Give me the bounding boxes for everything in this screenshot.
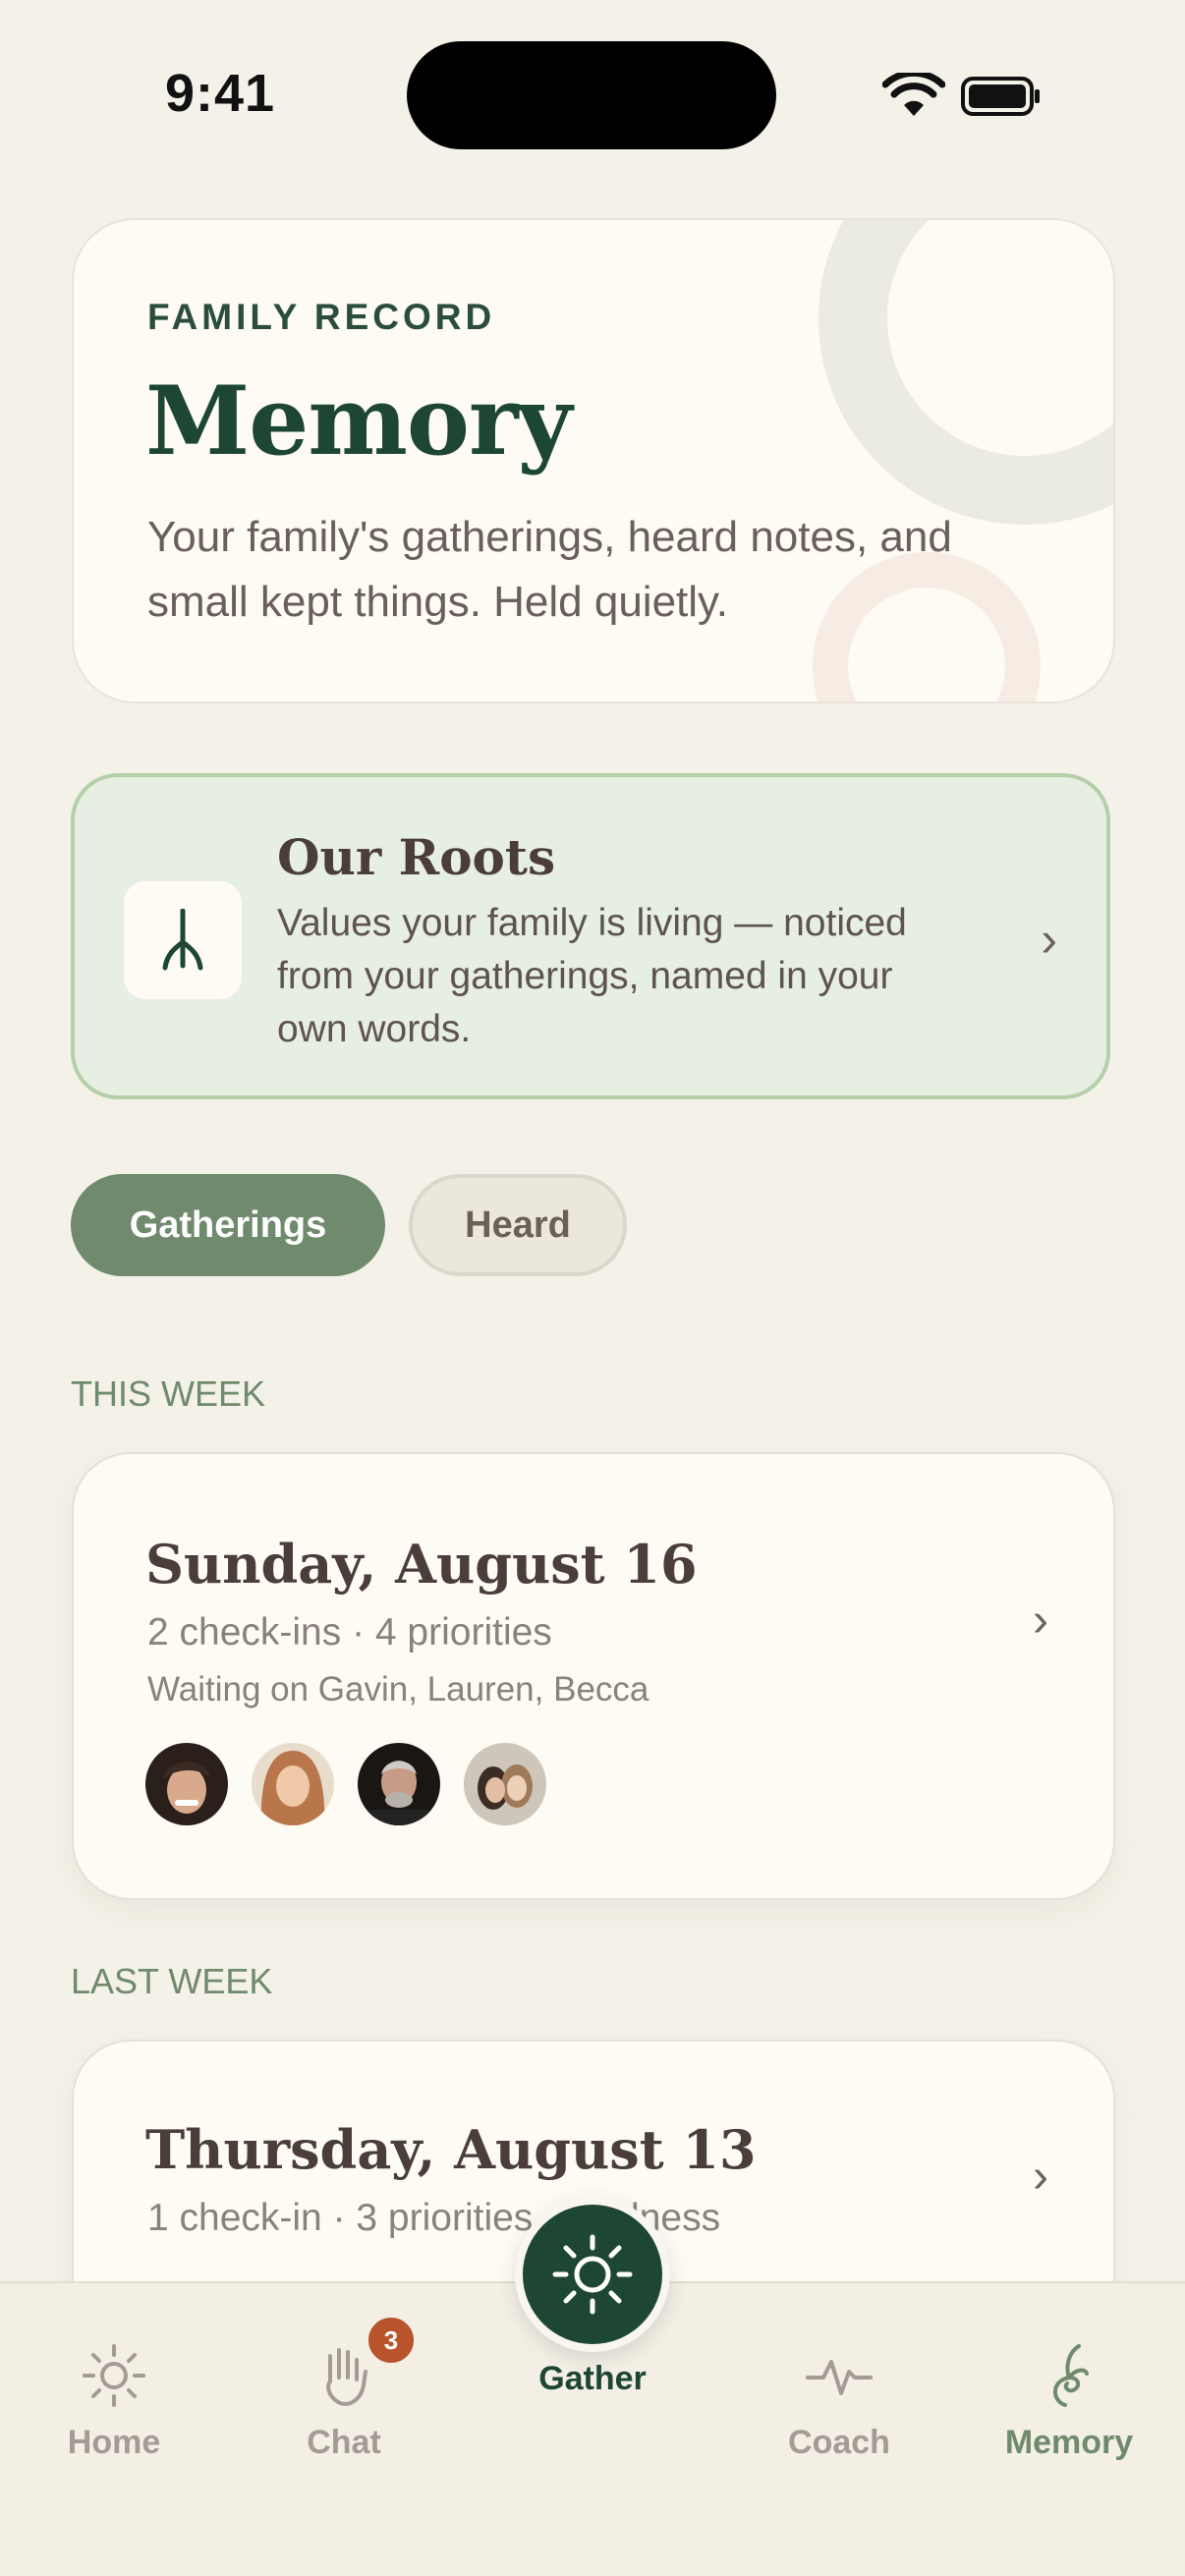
gathering-waiting: Waiting on Gavin, Lauren, Becca: [147, 1670, 649, 1708]
section-label-this-week: THIS WEEK: [71, 1373, 266, 1414]
roots-title: Our Roots: [277, 828, 556, 886]
page-title: Memory: [145, 365, 572, 476]
memory-swirl-icon: [1053, 2344, 1089, 2407]
tab-coach[interactable]: Coach: [741, 2342, 937, 2462]
avatar: [145, 1743, 228, 1825]
decorative-ring: [818, 220, 1113, 525]
tab-memory-label: Memory: [1004, 2424, 1134, 2461]
tab-chat[interactable]: Chat: [246, 2342, 442, 2462]
hand-icon: [326, 2348, 367, 2406]
chat-unread-badge: 3: [366, 2315, 417, 2366]
status-time: 9:41: [165, 64, 276, 123]
sun-icon: [83, 2344, 145, 2407]
tab-coach-label: Coach: [788, 2424, 890, 2461]
sun-icon: [552, 2234, 633, 2315]
avatar: [358, 1743, 440, 1825]
tab-chat-label: Chat: [307, 2424, 381, 2461]
gather-button[interactable]: [515, 2197, 670, 2352]
chevron-right-icon: ›: [1033, 2151, 1048, 2203]
our-roots-card[interactable]: Our Roots Values your family is living —…: [71, 773, 1110, 1099]
dynamic-island: [407, 41, 776, 149]
tab-heard[interactable]: Heard: [409, 1174, 627, 1276]
memory-hero-card: FAMILY RECORD Memory Your family's gathe…: [72, 218, 1115, 703]
chevron-right-icon: ›: [1041, 912, 1057, 967]
hero-description: Your family's gatherings, heard notes, a…: [147, 513, 952, 626]
gathering-date: Sunday, August 16: [145, 1533, 698, 1596]
gather-button-inner: [523, 2205, 662, 2344]
hero-eyebrow: FAMILY RECORD: [147, 297, 496, 337]
tab-home-label: Home: [67, 2424, 161, 2461]
roots-icon: [162, 909, 203, 971]
tab-memory[interactable]: Memory: [971, 2342, 1167, 2462]
wifi-icon: [882, 73, 945, 116]
battery-icon: [961, 77, 1040, 116]
gathering-meta: 2 check-ins · 4 priorities: [147, 1611, 552, 1653]
pulse-icon: [806, 2360, 873, 2395]
gathering-date: Thursday, August 13: [145, 2118, 757, 2181]
roots-description: Values your family is living — noticed f…: [277, 902, 907, 1050]
tab-gatherings[interactable]: Gatherings: [71, 1174, 385, 1276]
gather-label: Gather: [538, 2360, 647, 2397]
memory-screen: 9:41 FAMILY RECORD Memory Your family's …: [0, 0, 1185, 2576]
avatar: [464, 1743, 546, 1825]
roots-icon-tile: [124, 881, 242, 999]
section-label-last-week: LAST WEEK: [71, 1961, 273, 2001]
gathering-card[interactable]: Sunday, August 16 2 check-ins · 4 priori…: [72, 1452, 1115, 1900]
tab-home[interactable]: Home: [16, 2342, 212, 2462]
chevron-right-icon: ›: [1033, 1595, 1048, 1647]
avatar: [252, 1743, 334, 1825]
